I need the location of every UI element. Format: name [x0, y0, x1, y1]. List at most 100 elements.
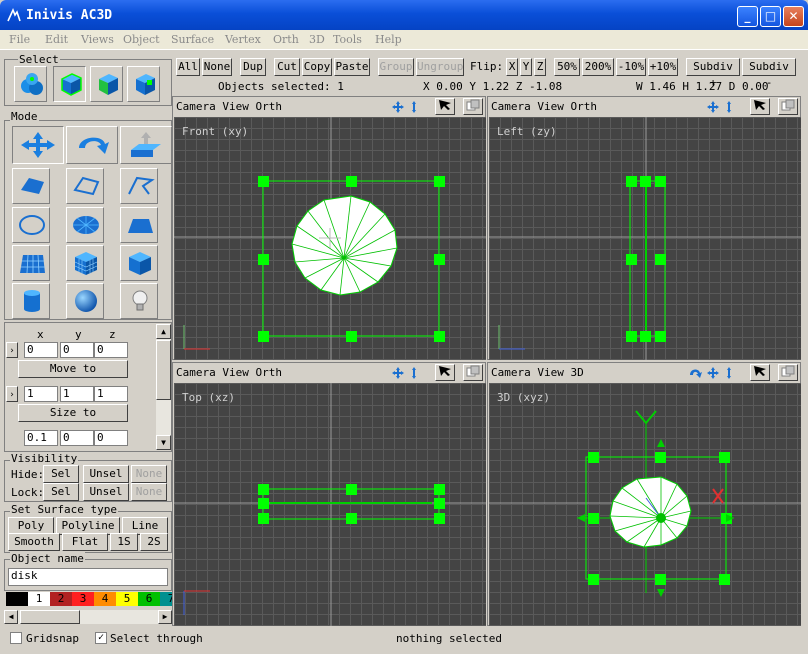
mode-move-button[interactable]	[12, 126, 64, 164]
ungroup-button[interactable]: Ungroup	[416, 58, 464, 76]
palette-swatch-0[interactable]: 0	[6, 592, 28, 606]
scale-minus-10-button[interactable]: -10%	[616, 58, 646, 76]
view-menu-button[interactable]	[750, 98, 770, 115]
palette-scroll-thumb[interactable]	[20, 610, 80, 624]
select-object-button[interactable]	[53, 66, 86, 102]
left-canvas[interactable]: Left (zy)	[489, 117, 801, 360]
3d-canvas[interactable]: 3D (xyz)	[489, 383, 801, 626]
palette-swatch-6[interactable]: 6	[138, 592, 160, 606]
mode-rotate-button[interactable]	[66, 126, 118, 164]
subdiv-minus-button[interactable]: Subdiv -	[742, 58, 796, 89]
surface-smooth-button[interactable]: Smooth	[8, 533, 60, 551]
draw-sphere-button[interactable]	[66, 283, 104, 319]
third-y-field[interactable]: 0	[60, 430, 94, 446]
menu-3d[interactable]: 3D	[309, 33, 325, 46]
select-surface-button[interactable]	[90, 66, 123, 102]
size-z-field[interactable]: 1	[94, 386, 128, 402]
third-x-field[interactable]: 0.1	[24, 430, 58, 446]
select-none-button[interactable]: None	[202, 58, 232, 76]
hide-none-button[interactable]: None	[131, 465, 167, 483]
hide-sel-button[interactable]: Sel	[43, 465, 79, 483]
maximize-view-button[interactable]	[463, 364, 483, 381]
surface-single-sided-button[interactable]: 1S	[110, 533, 138, 551]
draw-mesh-box-button[interactable]	[66, 245, 104, 281]
menu-edit[interactable]: Edit	[45, 33, 68, 46]
menu-object[interactable]: Object	[123, 33, 160, 46]
move-expand-button[interactable]: ›	[6, 342, 18, 358]
scroll-thumb[interactable]	[156, 340, 171, 400]
lock-sel-button[interactable]: Sel	[43, 483, 79, 501]
pan-zoom-icon[interactable]	[391, 366, 421, 380]
add-light-button[interactable]	[120, 283, 158, 319]
palette-scroll-right-icon[interactable]: ▶	[158, 610, 172, 624]
menu-views[interactable]: Views	[81, 33, 114, 46]
menu-vertex[interactable]: Vertex	[225, 33, 261, 46]
minimize-button[interactable]: _	[737, 6, 758, 27]
hide-unsel-button[interactable]: Unsel	[83, 465, 129, 483]
view-menu-button[interactable]	[435, 364, 455, 381]
flip-x-button[interactable]: X	[506, 58, 518, 76]
surface-double-sided-button[interactable]: 2S	[140, 533, 168, 551]
size-y-field[interactable]: 1	[60, 386, 94, 402]
flip-z-button[interactable]: Z	[534, 58, 546, 76]
pan-zoom-icon[interactable]	[391, 100, 421, 114]
palette-swatch-2[interactable]: 2	[50, 592, 72, 606]
lock-unsel-button[interactable]: Unsel	[83, 483, 129, 501]
palette-scroll-left-icon[interactable]: ◀	[4, 610, 18, 624]
select-vertex-button[interactable]	[14, 66, 47, 102]
draw-polyline-button[interactable]	[66, 168, 104, 204]
palette-swatch-3[interactable]: 3	[72, 592, 94, 606]
menu-help[interactable]: Help	[375, 33, 402, 46]
size-x-field[interactable]: 1	[24, 386, 58, 402]
move-to-button[interactable]: Move to	[18, 360, 128, 378]
scale-200-button[interactable]: 200%	[582, 58, 614, 76]
mode-extrude-button[interactable]	[120, 126, 172, 164]
palette-swatch-7[interactable]: 7	[160, 592, 172, 606]
move-x-field[interactable]: 0	[24, 342, 58, 358]
palette-swatch-4[interactable]: 4	[94, 592, 116, 606]
palette-swatch-1[interactable]: 1	[28, 592, 50, 606]
copy-button[interactable]: Copy	[302, 58, 332, 76]
palette-scrollbar[interactable]: ◀ ▶	[4, 610, 172, 624]
view-menu-button[interactable]	[435, 98, 455, 115]
size-expand-button[interactable]: ›	[6, 386, 18, 402]
surface-flat-button[interactable]: Flat	[62, 533, 108, 551]
draw-disk-button[interactable]	[66, 207, 104, 243]
third-z-field[interactable]: 0	[94, 430, 128, 446]
menu-file[interactable]: File	[9, 33, 30, 46]
select-all-button[interactable]: All	[176, 58, 200, 76]
size-to-button[interactable]: Size to	[18, 404, 128, 422]
object-name-field[interactable]: disk	[8, 568, 168, 586]
maximize-view-button[interactable]	[463, 98, 483, 115]
close-button[interactable]: ✕	[783, 6, 804, 27]
group-button[interactable]: Group	[378, 58, 414, 76]
menu-tools[interactable]: Tools	[333, 33, 362, 46]
gridsnap-checkbox[interactable]	[10, 632, 22, 644]
lock-none-button[interactable]: None	[131, 483, 167, 501]
paste-button[interactable]: Paste	[334, 58, 370, 76]
scroll-down-arrow-icon[interactable]: ▼	[156, 435, 171, 450]
draw-polygon-button[interactable]	[12, 168, 50, 204]
scale-50-button[interactable]: 50%	[554, 58, 580, 76]
draw-box-button[interactable]	[120, 245, 158, 281]
draw-mesh-button[interactable]	[12, 245, 50, 281]
menu-orth[interactable]: Orth	[273, 33, 299, 46]
rotate-pan-zoom-icon[interactable]	[688, 366, 736, 380]
draw-circle-button[interactable]	[12, 207, 50, 243]
top-canvas[interactable]: Top (xz)	[174, 383, 486, 626]
transform-scrollbar[interactable]: ▲ ▼	[156, 324, 171, 450]
palette-swatch-5[interactable]: 5	[116, 592, 138, 606]
flip-y-button[interactable]: Y	[520, 58, 532, 76]
move-y-field[interactable]: 0	[60, 342, 94, 358]
cut-button[interactable]: Cut	[274, 58, 300, 76]
scale-plus-10-button[interactable]: +10%	[648, 58, 678, 76]
move-z-field[interactable]: 0	[94, 342, 128, 358]
draw-rectangle-button[interactable]	[120, 207, 158, 243]
duplicate-button[interactable]: Dup	[240, 58, 266, 76]
view-menu-button[interactable]	[750, 364, 770, 381]
pan-zoom-icon[interactable]	[706, 100, 736, 114]
maximize-view-button[interactable]	[778, 364, 798, 381]
draw-line-button[interactable]	[120, 168, 158, 204]
draw-cylinder-button[interactable]	[12, 283, 50, 319]
scroll-up-arrow-icon[interactable]: ▲	[156, 324, 171, 339]
